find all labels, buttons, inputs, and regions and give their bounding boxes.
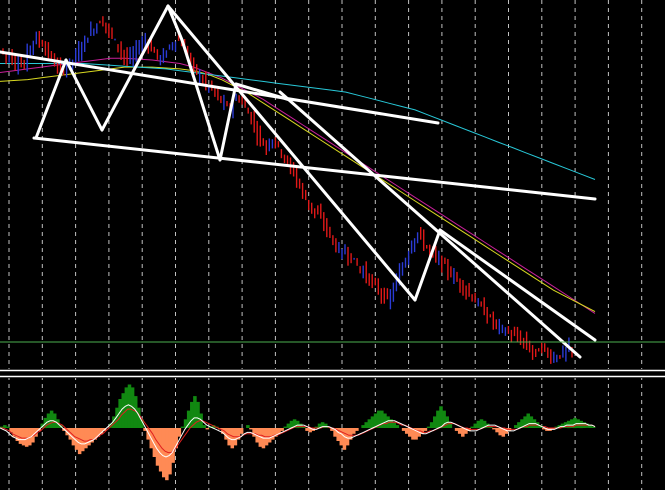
histogram-bar: [77, 428, 82, 455]
histogram-bar: [395, 425, 400, 428]
pane-separator[interactable]: [0, 369, 665, 378]
histogram-bar: [323, 423, 328, 428]
histogram-bar: [352, 428, 356, 434]
histogram-bar: [408, 428, 412, 437]
histogram-bar: [492, 428, 496, 430]
histogram-bar: [190, 401, 194, 428]
histogram-bar: [124, 387, 129, 428]
histogram-bar: [370, 416, 375, 428]
histogram-bar: [404, 428, 409, 434]
trendlines[interactable]: [0, 4, 597, 359]
histogram-bar: [74, 428, 79, 450]
histogram-bar: [383, 413, 387, 428]
histogram-bar: [479, 419, 484, 428]
histogram-bar: [6, 426, 10, 428]
histogram-bar: [495, 428, 499, 433]
trendline: [180, 38, 222, 162]
histogram-bar: [158, 428, 163, 472]
histogram-bar: [305, 428, 309, 431]
histogram-bar: [579, 420, 583, 429]
trendline: [34, 58, 68, 140]
histogram-bar: [24, 428, 29, 447]
histogram-bar: [21, 428, 26, 446]
histogram-bar: [345, 428, 350, 446]
histogram-bar: [246, 425, 250, 428]
histogram-bar: [202, 425, 207, 428]
histogram-bar: [448, 422, 453, 428]
histogram-bar: [355, 428, 359, 431]
histogram-bar: [529, 416, 534, 428]
histogram-bar: [168, 428, 172, 475]
histogram-bar: [121, 393, 126, 428]
trendline: [166, 4, 417, 302]
histogram-bar: [286, 423, 291, 428]
histogram-bar: [252, 428, 256, 437]
histogram-bar: [514, 425, 518, 428]
trendline: [413, 228, 442, 302]
histogram-bar: [230, 428, 235, 449]
histogram-bar: [470, 426, 474, 428]
histogram-bar: [271, 428, 275, 440]
histogram-bar: [423, 428, 428, 431]
histogram-bar: [249, 428, 253, 430]
histogram-bar: [280, 428, 284, 431]
histogram-bar: [476, 420, 481, 429]
trendline: [278, 90, 582, 359]
histogram-bar: [84, 428, 88, 449]
trading-chart-window[interactable]: [0, 0, 665, 490]
oscillator-pane[interactable]: [0, 384, 596, 481]
histogram-bar: [429, 422, 434, 428]
histogram-bar: [426, 426, 431, 428]
histogram-bar: [239, 428, 244, 434]
histogram-bar: [180, 426, 185, 428]
trendline: [218, 82, 238, 162]
histogram-bar: [461, 428, 465, 437]
histogram-bar: [361, 425, 365, 428]
histogram-bar: [433, 416, 437, 428]
histogram-bar: [267, 428, 272, 443]
histogram-bar: [498, 428, 502, 436]
histogram-bar: [364, 422, 368, 428]
histogram-bar: [454, 428, 459, 431]
histogram-bar: [49, 410, 54, 428]
histogram-bar: [18, 428, 23, 444]
histogram-bar: [517, 422, 521, 428]
histogram-bar: [473, 423, 478, 428]
histogram-bar: [227, 428, 231, 446]
histogram-bar: [161, 428, 166, 478]
candlesticks: [2, 16, 573, 364]
histogram-bar: [171, 428, 175, 463]
histogram-bar: [299, 423, 303, 428]
histogram-bar: [367, 419, 372, 428]
histogram-bar: [165, 428, 169, 481]
oscillator-histogram: [0, 384, 596, 481]
histogram-bar: [196, 401, 200, 428]
histogram-bar: [3, 425, 7, 428]
histogram-bar: [401, 428, 406, 431]
histogram-bar: [283, 426, 287, 428]
main-price-pane[interactable]: [0, 4, 665, 364]
histogram-bar: [342, 428, 347, 450]
chart-canvas[interactable]: [0, 0, 665, 490]
histogram-bar: [177, 428, 182, 437]
histogram-bar: [392, 422, 397, 428]
histogram-bar: [205, 428, 210, 430]
histogram-bar: [457, 428, 462, 434]
histogram-bar: [436, 410, 440, 428]
vertical-grid: [8, 0, 643, 490]
histogram-bar: [439, 406, 443, 429]
